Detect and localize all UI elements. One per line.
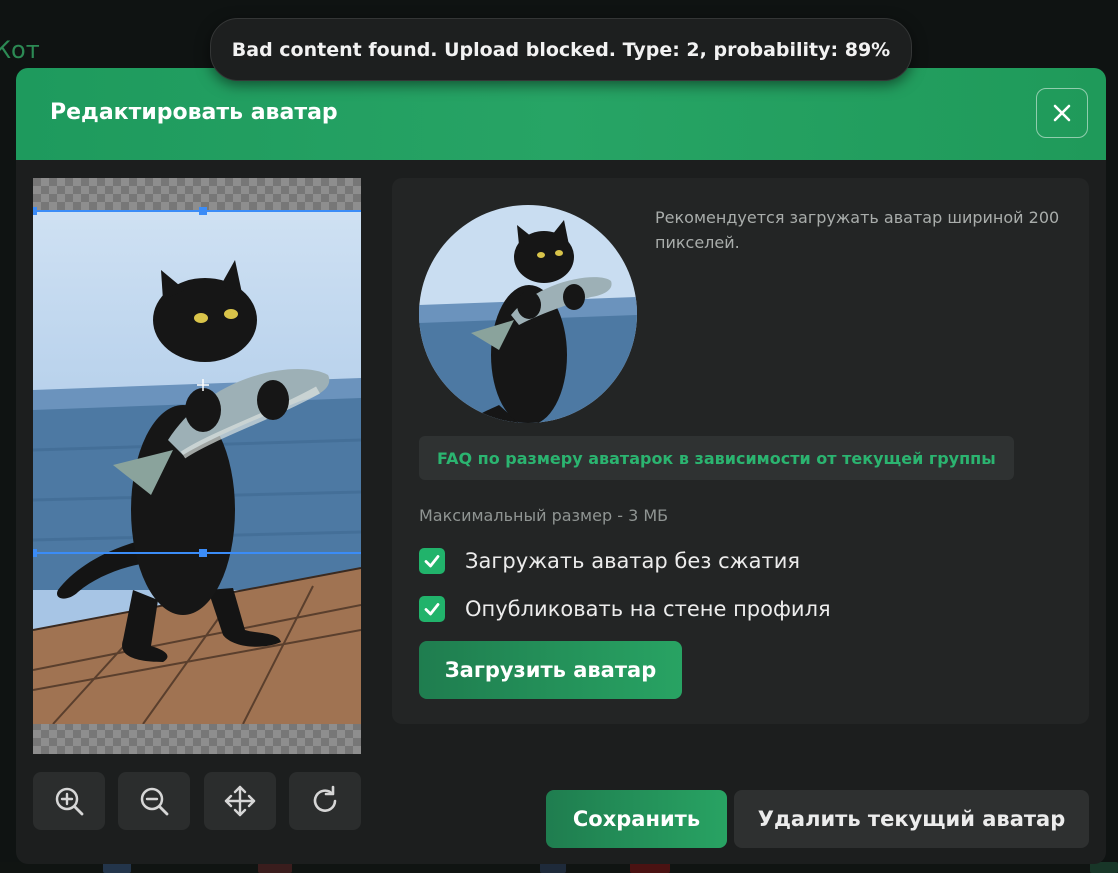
publish-on-wall-label: Опубликовать на стене профиля [465,597,831,621]
delete-current-avatar-button[interactable]: Удалить текущий аватар [734,790,1089,848]
edit-avatar-modal: Редактировать аватар Рекомендуется загру… [16,68,1106,864]
zoom-out-icon [140,787,169,816]
no-compression-option[interactable]: Загружать аватар без сжатия [419,547,800,575]
upload-avatar-button[interactable]: Загрузить аватар [419,641,682,699]
avatar-preview [419,205,637,423]
avatar-size-faq-link[interactable]: FAQ по размеру аватарок в зависимости от… [419,436,1014,480]
move-button[interactable] [204,772,276,830]
publish-on-wall-option[interactable]: Опубликовать на стене профиля [419,595,831,623]
check-icon [424,603,440,616]
save-button[interactable]: Сохранить [546,790,727,848]
background-page-title: Кот [0,36,40,64]
zoom-in-button[interactable] [33,772,105,830]
avatar-preview-image [419,205,637,423]
avatar-crop-area[interactable] [33,178,361,754]
crop-handle[interactable] [199,207,207,215]
crop-center-crosshair [197,376,209,391]
modal-header: Редактировать аватар [16,68,1106,160]
toast-message: Bad content found. Upload blocked. Type:… [231,38,891,61]
crop-handle[interactable] [33,207,37,215]
rotate-icon [313,785,337,812]
publish-on-wall-checkbox[interactable] [419,596,445,622]
avatar-width-recommendation: Рекомендуется загружать аватар шириной 2… [655,208,1060,252]
crop-handle[interactable] [33,549,37,557]
crop-handle[interactable] [199,549,207,557]
avatar-settings-panel: Рекомендуется загружать аватар шириной 2… [392,178,1089,724]
upload-blocked-toast: Bad content found. Upload blocked. Type:… [210,18,912,81]
no-compression-label: Загружать аватар без сжатия [465,549,800,573]
close-icon [1053,104,1071,122]
check-icon [424,555,440,568]
no-compression-checkbox[interactable] [419,548,445,574]
max-file-size-note: Максимальный размер - 3 МБ [419,506,669,525]
rotate-button[interactable] [289,772,361,830]
background-scroll-hint [1104,150,1118,170]
close-button[interactable] [1036,88,1088,138]
modal-title: Редактировать аватар [50,100,338,125]
move-icon [224,785,256,817]
zoom-out-button[interactable] [118,772,190,830]
zoom-in-icon [55,787,84,816]
crop-selection-box[interactable] [33,207,361,557]
